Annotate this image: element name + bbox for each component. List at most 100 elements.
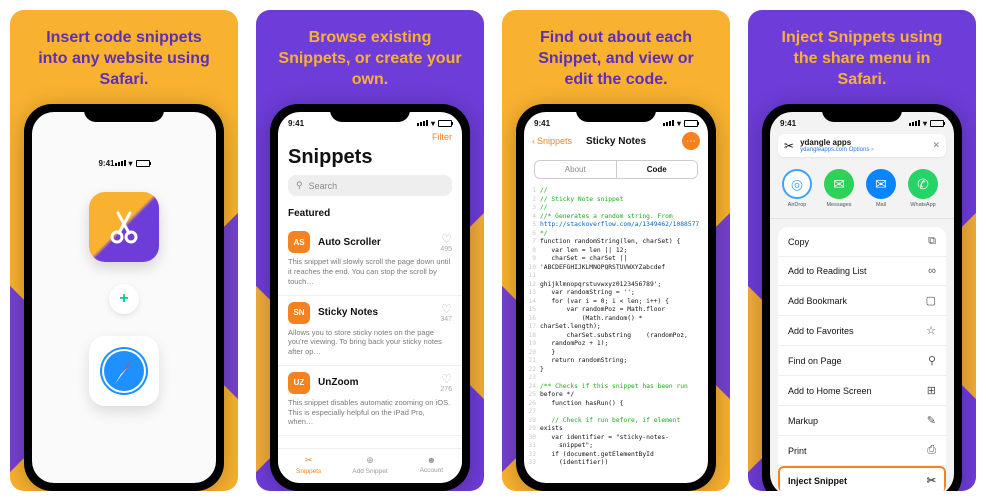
share-sheet-header: ✂ ydangle apps ydangleapps.com Options ›… [778, 134, 946, 157]
filter-button[interactable]: Filter [432, 132, 452, 142]
screen-2: 9:41 ▾ Filter Snippets ⚲ Search Featured… [278, 112, 462, 483]
menu-label: Add to Favorites [788, 326, 854, 336]
scissors-icon: ✂ [784, 139, 794, 153]
code-line: 27 [524, 408, 704, 417]
menu-label: Copy [788, 237, 809, 247]
menu-label: Add to Home Screen [788, 386, 872, 396]
menu-markup[interactable]: Markup✎ [778, 406, 946, 436]
heart-icon[interactable]: ♡ [440, 302, 452, 316]
tab-add-snippet[interactable]: ⊕ Add Snippet [339, 449, 400, 483]
scissors-icon: ✂ [278, 455, 339, 466]
status-icons: ▾ [663, 119, 698, 128]
share-actions-list: Copy⧉Add to Reading List∞Add Bookmark▢Ad… [778, 227, 946, 491]
code-line: 4//* Generates a random string. From [524, 213, 704, 222]
whatsapp-icon: ✆ [908, 169, 938, 199]
heart-icon[interactable]: ♡ [440, 232, 452, 246]
code-line: 18 charSet.substring (randomPoz, [524, 332, 704, 341]
heart-icon[interactable]: ♡ [440, 372, 452, 386]
code-line: 21 return randomString; [524, 357, 704, 366]
search-icon: ⚲ [296, 180, 303, 191]
code-line: 16 (Math.random() * [524, 315, 704, 324]
phone-frame-2: 9:41 ▾ Filter Snippets ⚲ Search Featured… [270, 104, 470, 491]
menu-print[interactable]: Print⎙ [778, 436, 946, 466]
code-line: 3// [524, 204, 704, 213]
code-line: 9 charSet = charSet || [524, 255, 704, 264]
menu-label: Markup [788, 416, 818, 426]
headline-4: Inject Snippets using the share menu in … [748, 10, 976, 104]
marketing-panel-2: Browse existing Snippets, or create your… [256, 10, 484, 491]
phone-frame-1: 9:41 ▾ + [24, 104, 224, 491]
nav-title: Sticky Notes [586, 136, 646, 147]
snippet-desc: Allows you to store sticky notes on the … [288, 328, 452, 357]
mail-icon: ✉ [866, 169, 896, 199]
menu-icon: ⎙ [927, 444, 936, 457]
menu-label: Find on Page [788, 356, 842, 366]
status-time: 9:41 [288, 119, 304, 128]
marketing-panel-4: Inject Snippets using the share menu in … [748, 10, 976, 491]
menu-add-to-home-screen[interactable]: Add to Home Screen ⊞ [778, 376, 946, 406]
code-line: 15 var randomPoz = Math.floor [524, 306, 704, 315]
code-line: 5http://stackoverflow.com/a/1349462/1088… [524, 221, 704, 230]
menu-icon: ✂ [927, 474, 936, 487]
screen-4: 9:41 ▾ ✂ ydangle apps ydangleapps.com Op… [770, 112, 954, 491]
code-line: 6*/ [524, 230, 704, 239]
snippet-desc: This snippet disables automatic zooming … [288, 398, 452, 427]
menu-find-on-page[interactable]: Find on Page ⚲ [778, 346, 946, 376]
headline-1: Insert code snippets into any website us… [10, 10, 238, 104]
menu-icon: ⚲ [928, 354, 936, 367]
code-line: 22} [524, 366, 704, 375]
share-apps-row: ◎AirDrop✉Messages✉Mail✆WhatsApp [770, 163, 954, 219]
search-input[interactable]: ⚲ Search [288, 175, 452, 196]
snippet-badge: SN [288, 302, 310, 324]
share-app-messages[interactable]: ✉Messages [822, 169, 856, 208]
share-app-whatsapp[interactable]: ✆WhatsApp [906, 169, 940, 208]
like-count: 347 [440, 316, 452, 323]
ellipsis-icon: ⋯ [686, 136, 696, 147]
snippet-title: Sticky Notes [318, 307, 432, 318]
segmented-control[interactable]: About Code [534, 160, 698, 179]
menu-copy[interactable]: Copy ⧉ [778, 227, 946, 257]
safari-icon [89, 336, 159, 406]
menu-label: Inject Snippet [788, 476, 847, 486]
code-line: 31 snippet"; [524, 442, 704, 451]
snippet-item[interactable]: AS Auto Scroller ♡ 495 This snippet will… [278, 225, 462, 295]
code-line: 1// [524, 187, 704, 196]
share-button[interactable]: ⋯ [682, 132, 700, 150]
menu-inject-snippet[interactable]: Inject Snippet ✂ [778, 466, 946, 491]
menu-add-bookmark[interactable]: Add Bookmark▢ [778, 286, 946, 316]
snippet-item[interactable]: SN Sticky Notes ♡ 347 Allows you to stor… [278, 296, 462, 366]
seg-code[interactable]: Code [617, 161, 698, 178]
code-line: 32 if (document.getElementById [524, 451, 704, 460]
share-app-mail[interactable]: ✉Mail [864, 169, 898, 208]
code-line: 23 [524, 374, 704, 383]
menu-icon: ⊞ [927, 384, 936, 397]
tab-snippets[interactable]: ✂ Snippets [278, 449, 339, 483]
share-subtitle: ydangleapps.com Options [800, 147, 869, 153]
snippet-desc: This snippet will slowly scroll the page… [288, 257, 452, 286]
snippet-badge: UZ [288, 372, 310, 394]
screen-1: 9:41 ▾ + [32, 112, 216, 483]
menu-add-to-favorites[interactable]: Add to Favorites☆ [778, 316, 946, 346]
wifi-icon: ▾ [129, 159, 133, 168]
status-time: 9:41 [534, 119, 550, 128]
plus-icon: + [109, 284, 139, 314]
phone-frame-4: 9:41 ▾ ✂ ydangle apps ydangleapps.com Op… [762, 104, 962, 491]
status-icons: ▾ [115, 159, 150, 168]
code-line: 10'ABCDEFGHIJKLMNOPQRSTUVWXYZabcdef [524, 264, 704, 273]
back-button[interactable]: ‹ Snippets [532, 136, 572, 146]
marketing-panel-3: Find out about each Snippet, and view or… [502, 10, 730, 491]
seg-about[interactable]: About [535, 161, 617, 178]
close-icon[interactable]: ✕ [932, 140, 940, 151]
tab-account[interactable]: ☻ Account [401, 449, 462, 483]
share-app-airdrop[interactable]: ◎AirDrop [780, 169, 814, 208]
code-line: 8 var len = len || 12; [524, 247, 704, 256]
status-time: 9:41 [98, 159, 114, 168]
menu-add-to-reading-list[interactable]: Add to Reading List∞ [778, 257, 946, 286]
code-editor[interactable]: 1//2// Sticky Note snippet3//4//* Genera… [524, 185, 708, 468]
menu-icon: ⧉ [928, 235, 936, 248]
snippet-item[interactable]: UZ UnZoom ♡ 276 This snippet disables au… [278, 366, 462, 436]
share-title: ydangle apps [800, 138, 873, 147]
menu-label: Add Bookmark [788, 296, 847, 306]
code-line: 24/** Checks if this snippet has been ru… [524, 383, 704, 392]
menu-icon: ∞ [928, 265, 936, 277]
